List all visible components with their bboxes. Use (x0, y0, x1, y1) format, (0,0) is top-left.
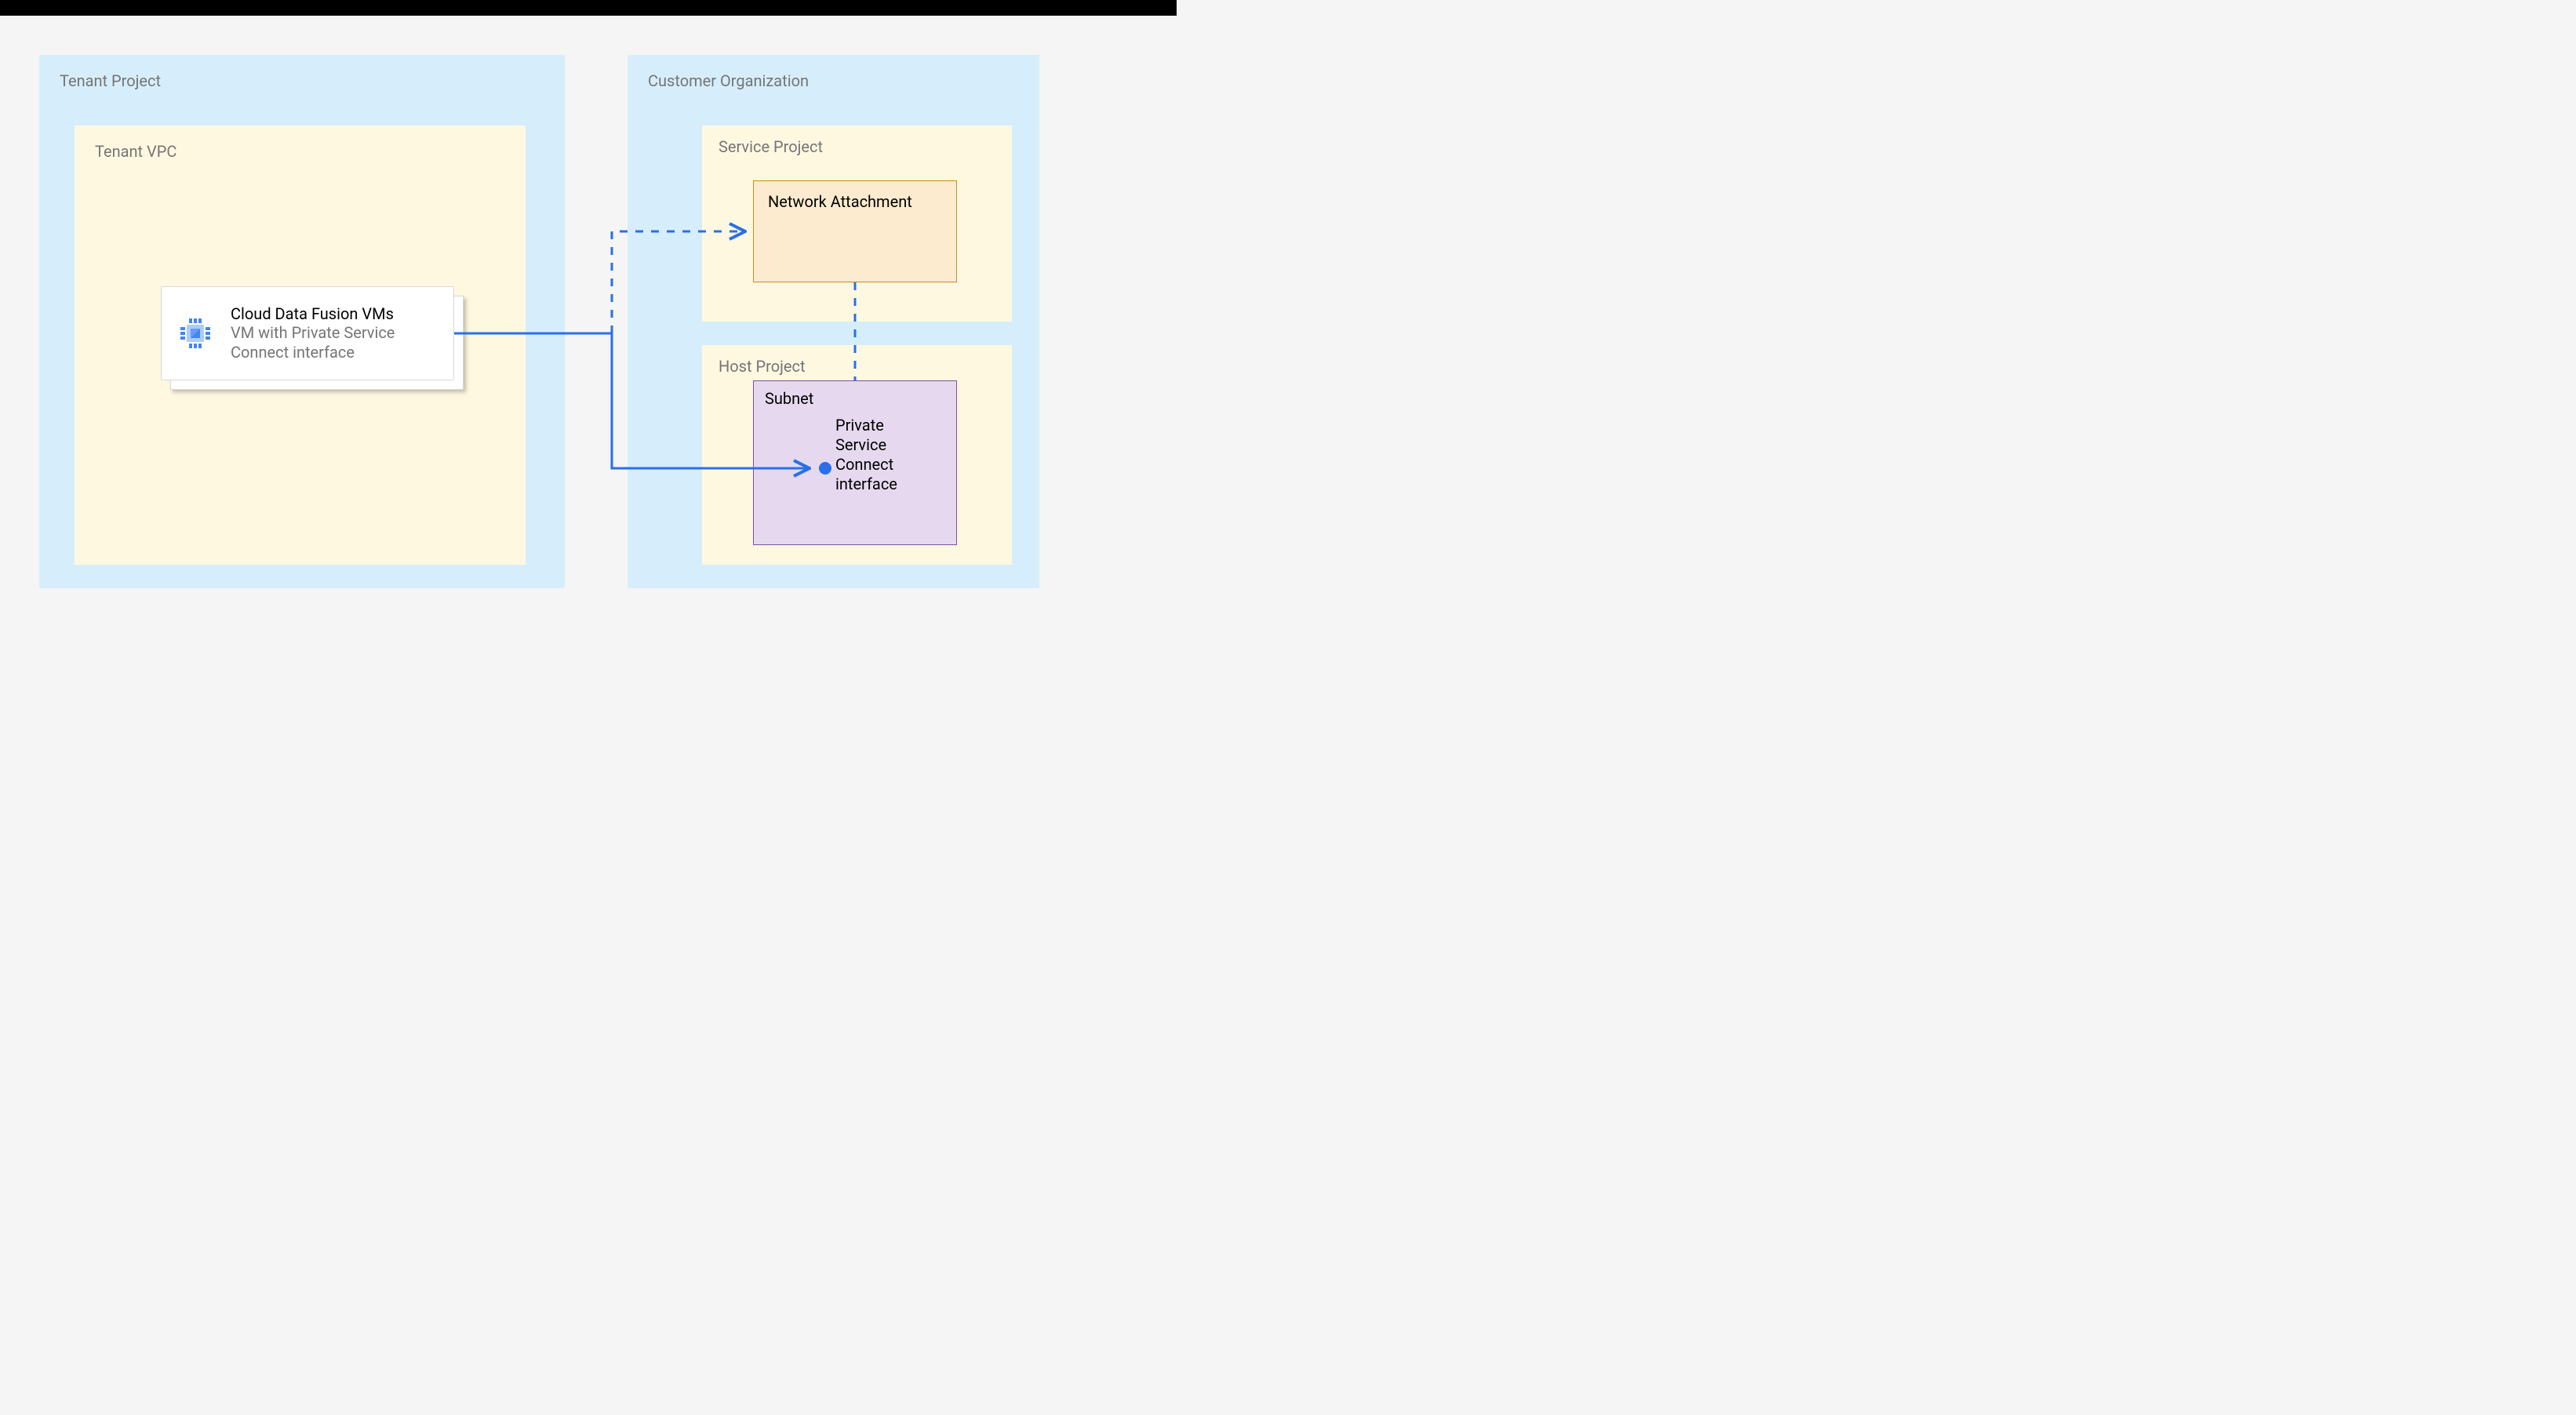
diagram-canvas: Tenant Project Tenant VPC (0, 16, 1177, 646)
network-attachment-box: Network Attachment (753, 180, 957, 282)
vm-card: Cloud Data Fusion VMs VM with Private Se… (161, 286, 454, 380)
tenant-project-label: Tenant Project (60, 71, 544, 90)
network-attachment-label: Network Attachment (768, 192, 912, 211)
compute-engine-icon (176, 314, 215, 353)
tenant-vpc-label: Tenant VPC (95, 142, 505, 161)
service-project-label: Service Project (719, 137, 995, 156)
psc-interface-label: Private Service Connect interface (835, 416, 937, 494)
customer-org-label: Customer Organization (648, 71, 1019, 90)
host-project-label: Host Project (719, 357, 995, 376)
vm-card-title: Cloud Data Fusion VMs (231, 304, 439, 323)
subnet-label: Subnet (765, 389, 813, 408)
vm-card-subtitle: VM with Private Service Connect interfac… (231, 323, 439, 362)
window-titlebar (0, 0, 1177, 16)
psc-interface-dot (819, 462, 831, 475)
